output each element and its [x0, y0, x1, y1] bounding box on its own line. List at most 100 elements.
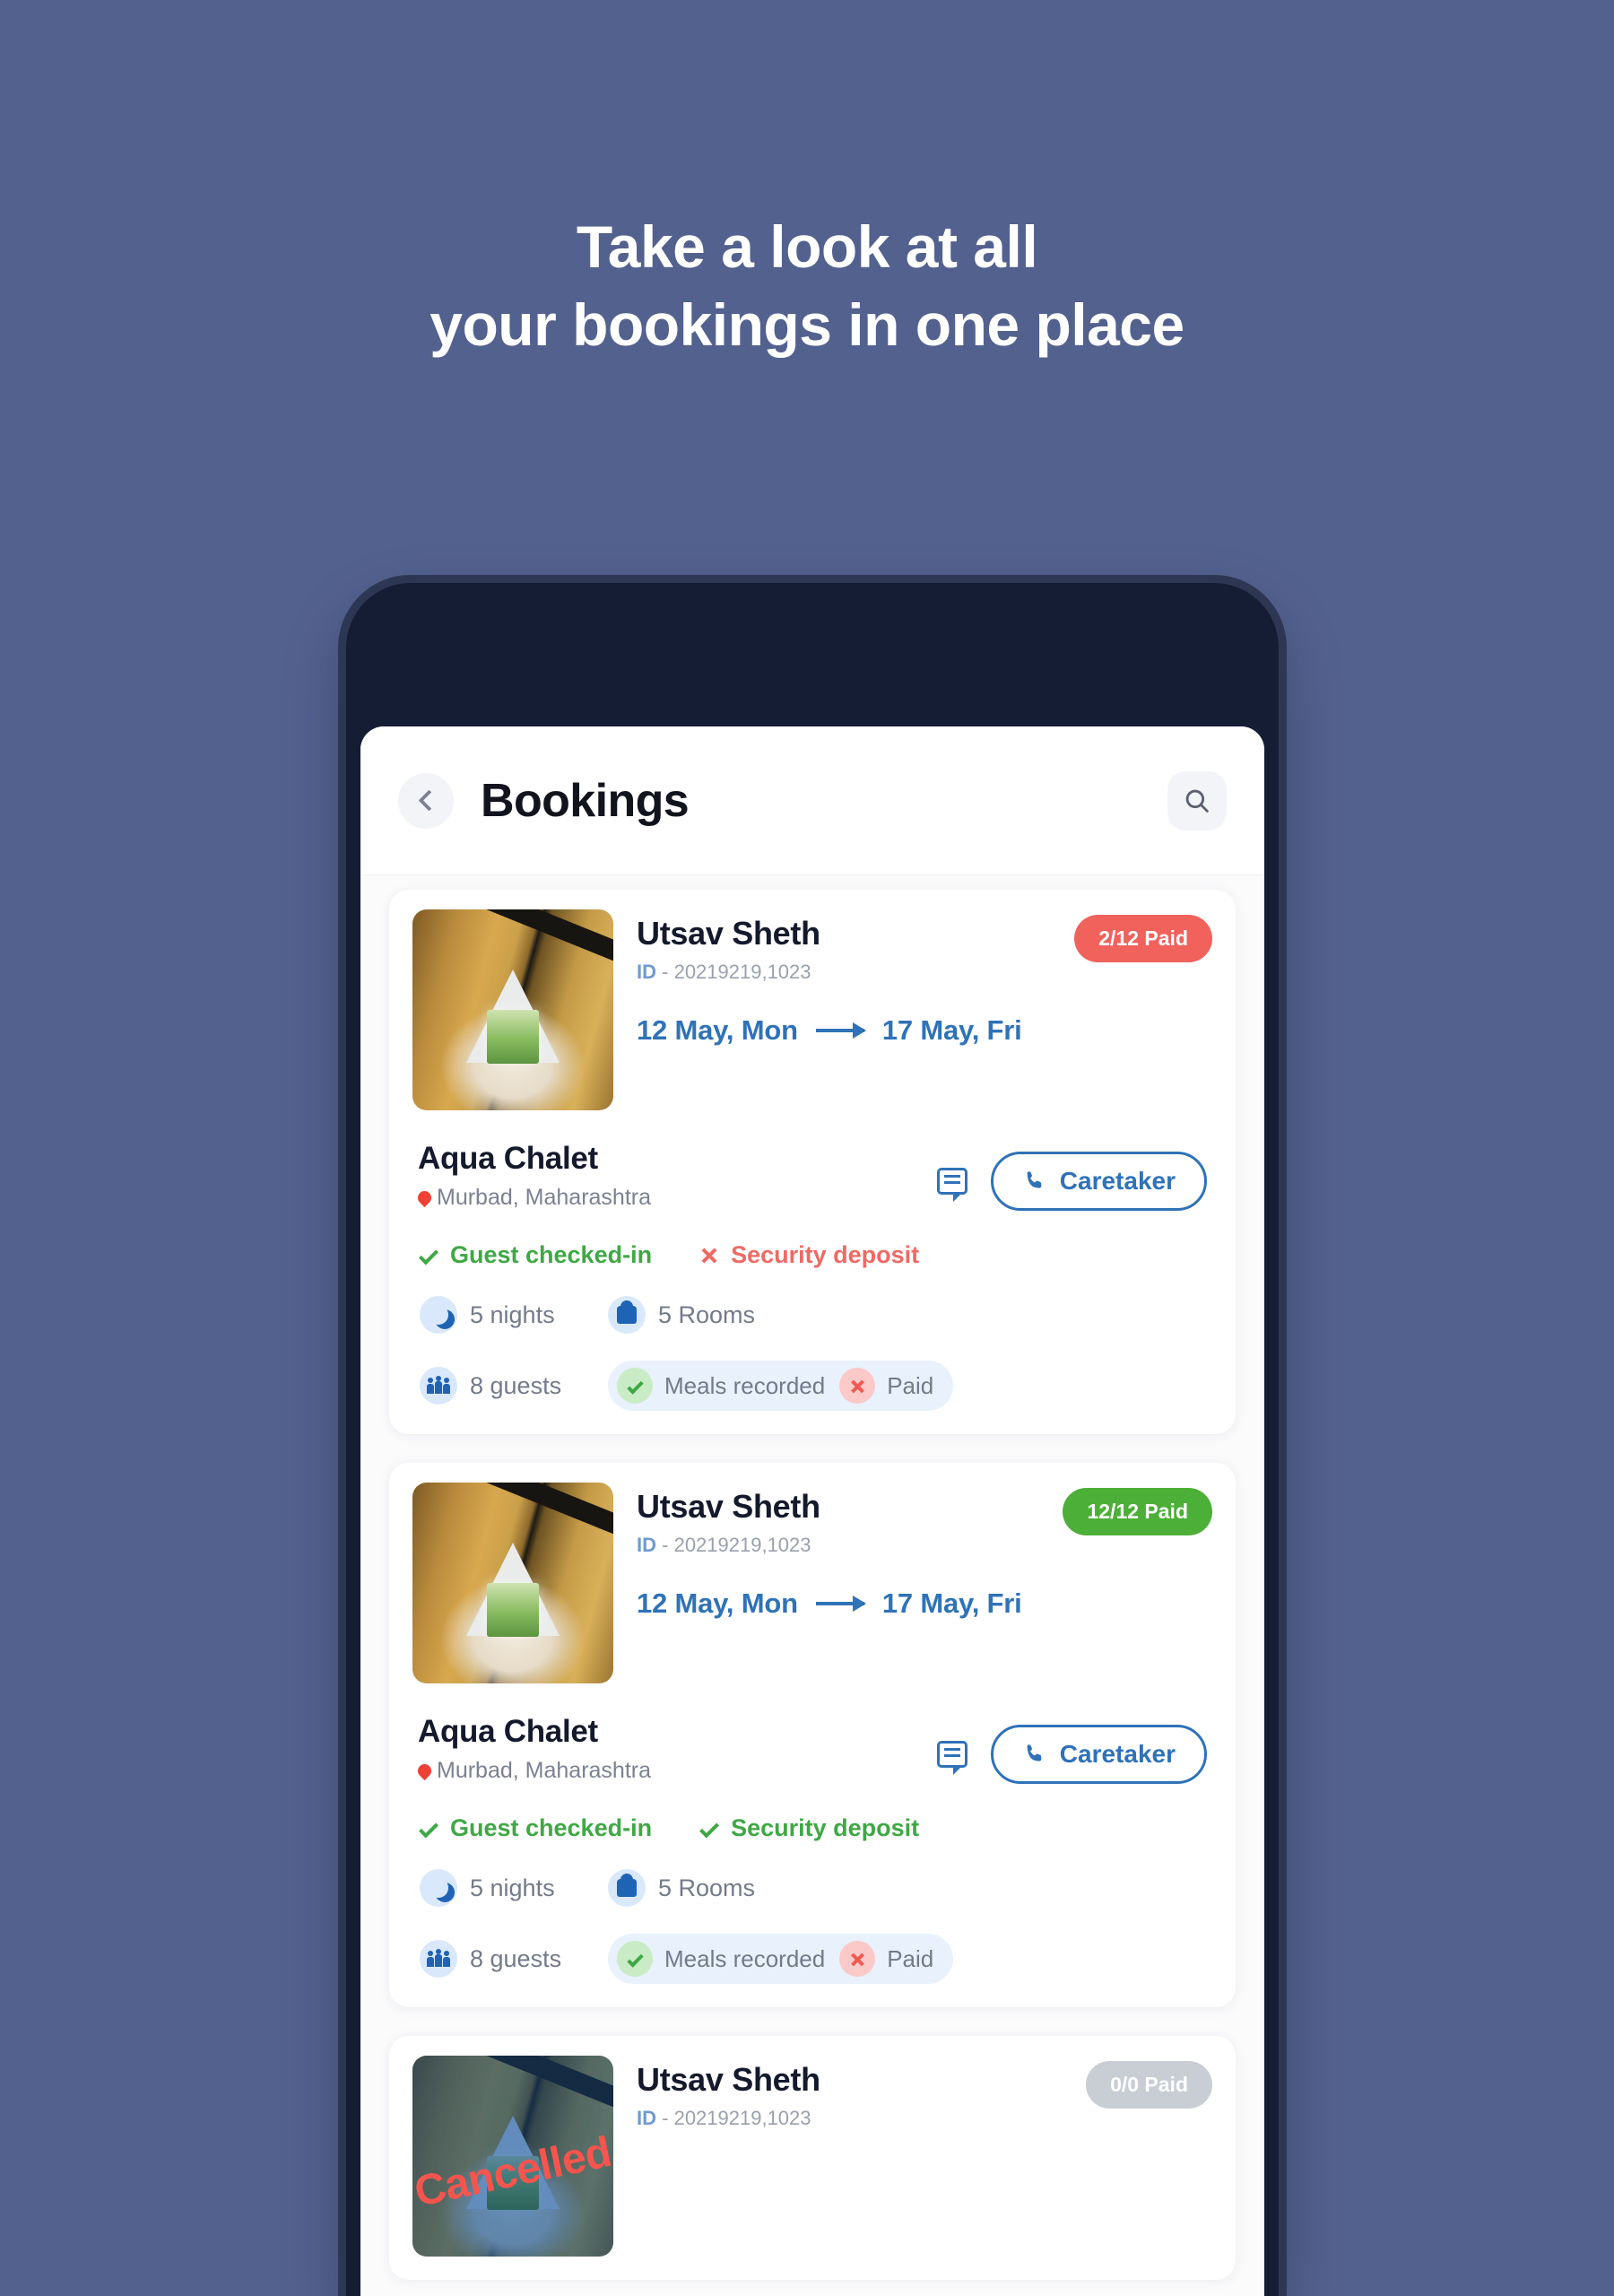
guest-row: Utsav Sheth ID - 20219219,1023 0/0 Paid: [637, 2061, 1212, 2130]
status-row: Guest checked-in Security deposit: [412, 1814, 1212, 1842]
deposit-status: Security deposit: [699, 1814, 920, 1842]
chip-group: Meals recorded Paid: [608, 1361, 954, 1411]
promo-screenshot: Take a look at all your bookings in one …: [0, 0, 1614, 2296]
property-location: Murbad, Maharashtra: [414, 1185, 652, 1211]
stay-dates: 12 May, Mon 17 May, Fri: [637, 1014, 1212, 1047]
deposit-status-label: Security deposit: [731, 1814, 920, 1841]
promo-headline: Take a look at all your bookings in one …: [0, 208, 1614, 364]
search-button[interactable]: [1167, 770, 1227, 831]
booking-card[interactable]: Cancelled Utsav Sheth ID - 20219219,1023: [389, 2036, 1236, 2280]
moon-icon: [420, 1296, 457, 1334]
rooms-label: 5 Rooms: [658, 1874, 756, 1901]
arrow-right-icon: [815, 1022, 866, 1039]
chip-group: Meals recorded Paid: [608, 1934, 954, 1984]
location-pin-icon: [414, 1761, 435, 1781]
guests-meta: 8 guests: [420, 1940, 590, 1978]
guest-name: Utsav Sheth: [637, 915, 820, 952]
status-badge: 0/0 Paid: [1086, 2061, 1212, 2109]
booking-id-label: ID: [637, 961, 656, 983]
booking-id-label: ID: [637, 2107, 656, 2129]
paid-label: Paid: [887, 1371, 934, 1399]
page-title: Bookings: [481, 774, 690, 827]
guest-name: Utsav Sheth: [637, 2061, 820, 2098]
meals-chip: Meals recorded: [617, 1941, 825, 1977]
meta-row-guests: 8 guests Meals recorded Paid: [412, 1361, 1212, 1411]
booking-id-separator: -: [662, 2107, 669, 2129]
booking-id: ID - 20219219,1023: [637, 1534, 820, 1557]
checkin-status: Guest checked-in: [419, 1241, 652, 1269]
booking-card[interactable]: Utsav Sheth ID - 20219219,1023 2/12 Paid: [389, 890, 1236, 1434]
deposit-status-label: Security deposit: [731, 1241, 920, 1268]
booking-card-header: Cancelled Utsav Sheth ID - 20219219,1023: [412, 2056, 1212, 2257]
booking-id-value: 20219219,1023: [673, 961, 811, 983]
promo-headline-line2: your bookings in one place: [430, 291, 1184, 359]
booking-summary: Utsav Sheth ID - 20219219,1023 12/12 Pai…: [637, 1483, 1212, 1683]
booking-id-value: 20219219,1023: [673, 1534, 811, 1556]
cabin-beam-shape: [480, 1483, 613, 1535]
caretaker-button[interactable]: Caretaker: [990, 1152, 1207, 1211]
property-thumbnail: [412, 909, 613, 1110]
booking-card[interactable]: Utsav Sheth ID - 20219219,1023 12/12 Pai…: [389, 1463, 1236, 2007]
booking-id-value: 20219219,1023: [673, 2107, 811, 2129]
close-icon: [839, 1368, 876, 1404]
meta-row-stay: 5 nights 5 Rooms: [412, 1296, 1212, 1334]
guests-label: 8 guests: [470, 1371, 562, 1399]
cabin-window-shape: [487, 1583, 539, 1637]
chat-icon[interactable]: [936, 1741, 968, 1775]
property-name: Aqua Chalet: [418, 1714, 598, 1749]
rooms-label: 5 Rooms: [658, 1300, 756, 1328]
promo-headline-line1: Take a look at all: [576, 213, 1038, 280]
cabin-beam-shape: [480, 909, 613, 961]
caretaker-label: Caretaker: [1059, 1167, 1176, 1195]
property-row: Aqua Chalet Murbad, Maharashtra Caretake…: [412, 1141, 1212, 1211]
paid-chip: Paid: [839, 1941, 933, 1977]
stay-dates: 12 May, Mon 17 May, Fri: [637, 1587, 1212, 1620]
rooms-meta: 5 Rooms: [608, 1869, 755, 1907]
chat-icon[interactable]: [936, 1168, 968, 1202]
property-location: Murbad, Maharashtra: [414, 1758, 651, 1784]
phone-icon: [1027, 1744, 1042, 1761]
check-icon: [617, 1941, 653, 1977]
meals-chip: Meals recorded: [617, 1368, 825, 1404]
bookings-list[interactable]: Utsav Sheth ID - 20219219,1023 2/12 Paid: [360, 875, 1264, 2296]
caretaker-label: Caretaker: [1059, 1740, 1176, 1768]
close-icon: [839, 1941, 876, 1977]
property-thumbnail: Cancelled: [412, 2056, 613, 2257]
phone-mockup: Bookings Utsav Sheth ID - 20219219,1023 …: [346, 583, 1279, 2296]
property-location-text: Murbad, Maharashtra: [437, 1185, 652, 1210]
bed-icon: [608, 1296, 646, 1334]
booking-summary: Utsav Sheth ID - 20219219,1023 0/0 Paid: [637, 2056, 1212, 2257]
back-button[interactable]: [398, 772, 454, 829]
property-thumbnail: [412, 1483, 613, 1683]
meta-row-guests: 8 guests Meals recorded Paid: [412, 1934, 1212, 1984]
guests-label: 8 guests: [470, 1944, 562, 1972]
guest-row: Utsav Sheth ID - 20219219,1023 2/12 Paid: [637, 915, 1212, 984]
check-icon: [419, 1818, 438, 1839]
booking-id-label: ID: [637, 1534, 656, 1556]
guest-name: Utsav Sheth: [637, 1488, 820, 1525]
cabin-window-shape: [487, 1010, 539, 1064]
meta-row-stay: 5 nights 5 Rooms: [412, 1869, 1212, 1907]
meals-label: Meals recorded: [664, 1944, 826, 1972]
caretaker-button[interactable]: Caretaker: [990, 1725, 1207, 1784]
phone-screen: Bookings Utsav Sheth ID - 20219219,1023 …: [360, 726, 1264, 2296]
checkin-status-label: Guest checked-in: [450, 1814, 653, 1841]
booking-id: ID - 20219219,1023: [637, 961, 820, 984]
status-badge: 2/12 Paid: [1074, 915, 1212, 962]
booking-summary: Utsav Sheth ID - 20219219,1023 2/12 Paid: [637, 909, 1212, 1110]
status-badge: 12/12 Paid: [1063, 1488, 1212, 1535]
property-name: Aqua Chalet: [418, 1141, 598, 1176]
arrow-right-icon: [815, 1596, 866, 1612]
check-in-date: 12 May, Mon: [637, 1014, 798, 1046]
people-icon: [420, 1940, 457, 1978]
nights-meta: 5 nights: [420, 1296, 590, 1334]
check-in-date: 12 May, Mon: [637, 1587, 798, 1619]
booking-id-separator: -: [662, 961, 669, 983]
bed-icon: [608, 1869, 646, 1907]
nights-label: 5 nights: [470, 1300, 555, 1328]
moon-icon: [420, 1869, 457, 1907]
check-icon: [419, 1245, 438, 1265]
close-icon: [700, 1247, 718, 1265]
nights-meta: 5 nights: [420, 1869, 590, 1907]
status-row: Guest checked-in Security deposit: [412, 1241, 1212, 1269]
